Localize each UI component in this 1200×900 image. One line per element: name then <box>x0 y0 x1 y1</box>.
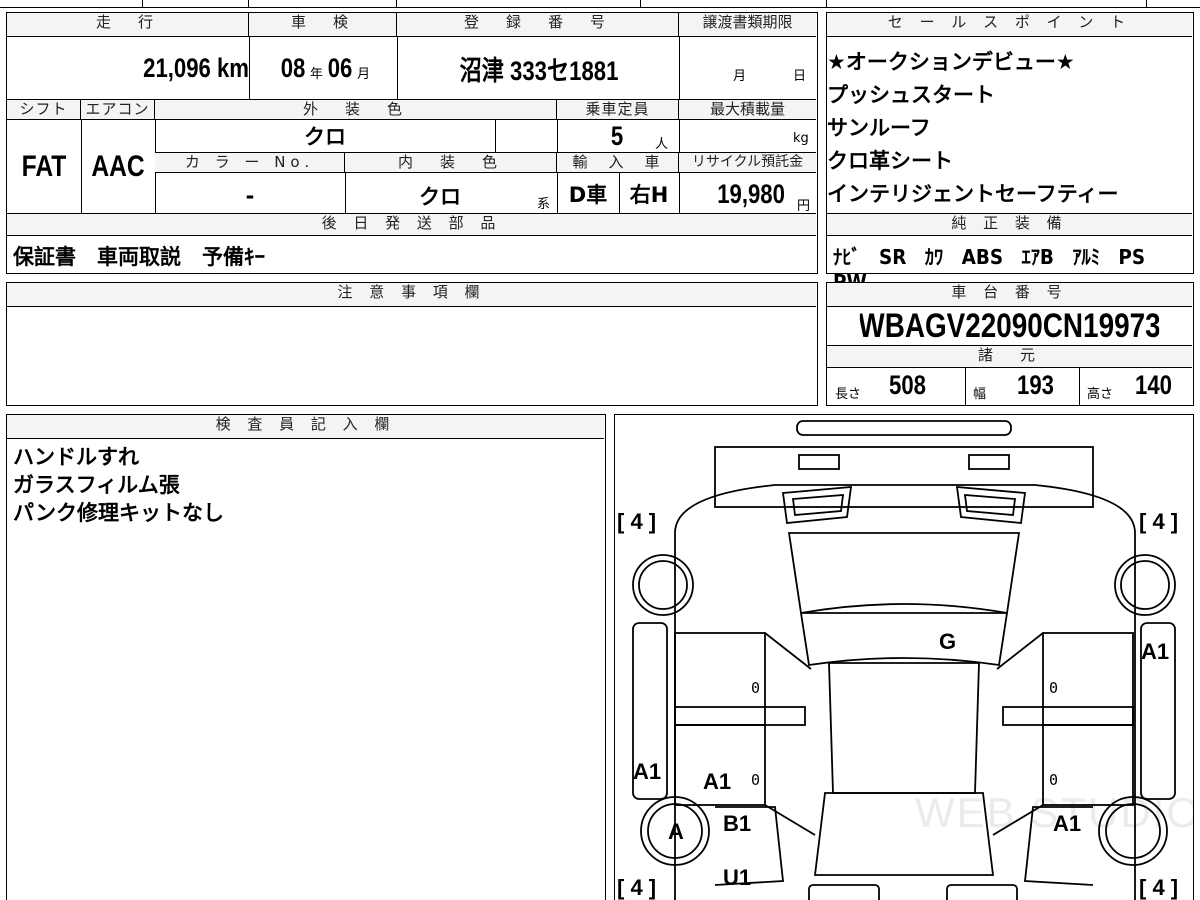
chassis-header: 車 台 番 号 <box>827 283 1192 307</box>
door-mark: 0 <box>1049 771 1059 789</box>
inspection-month: 06 <box>327 52 353 83</box>
recycle-header: リサイクル預託金 <box>679 153 816 173</box>
sales-point-item: ★オークションデビュー★ <box>827 50 1075 74</box>
inspection-year: 08 <box>280 52 306 83</box>
color-no-value: - <box>245 183 255 208</box>
shift-value: FAT <box>21 149 67 183</box>
height-value: 140 <box>1135 370 1173 400</box>
tire-front-left: [ 4 ] <box>617 509 657 534</box>
sales-points-list: ★オークションデビュー★ プッシュスタート サンルーフ クロ革シート インテリジ… <box>827 46 1118 211</box>
month-unit: 月 <box>357 66 371 82</box>
mileage-value: 21,096 km <box>143 52 249 83</box>
registration-header: 登 録 番 号 <box>397 13 679 37</box>
door-mark: 0 <box>751 679 761 697</box>
car-diagram-box: [ 4 ] [ 4 ] [ 4 ] [ 4 ] G A1 A1 A1 A B1 … <box>614 414 1194 900</box>
width-label: 幅 <box>973 387 987 402</box>
spec-table: 走 行 車 検 登 録 番 号 譲渡書類期限 21,096 km 08 年 06… <box>6 12 818 274</box>
capacity-header: 乗車定員 <box>557 100 679 120</box>
interior-color-value: クロ <box>419 184 461 209</box>
width-value: 193 <box>1017 370 1055 400</box>
max-load-header: 最大積載量 <box>679 100 816 120</box>
notes-header: 注 意 事 項 欄 <box>7 283 816 307</box>
inspection-header: 車 検 <box>249 13 397 37</box>
interior-color-suffix: 系 <box>537 197 551 212</box>
inspection-value: 08 年 06 月 <box>251 43 397 93</box>
later-shipping-header: 後 日 発 送 部 品 <box>7 214 816 236</box>
later-shipping-value: 保証書 車両取説 予備ｷｰ <box>13 245 265 269</box>
length-value: 508 <box>889 370 927 400</box>
deadline-month-unit: 月 <box>733 69 747 84</box>
handle-position: 右H <box>629 183 669 207</box>
front-bumper-top <box>796 420 1012 436</box>
sales-point-item: クロ革シート <box>827 149 953 173</box>
height-label: 高さ <box>1087 387 1114 402</box>
tire-front-right: [ 4 ] <box>1139 509 1179 534</box>
inspector-line: ハンドルすれ <box>13 445 139 469</box>
windshield-mark: G <box>939 629 957 654</box>
right-front-fender-mark: A1 <box>1141 639 1170 664</box>
import-type: D車 <box>568 183 608 207</box>
aircon-header: エアコン <box>81 100 155 120</box>
aircon-value: AAC <box>91 149 145 183</box>
left-rear-bumper-mark: U1 <box>723 865 752 890</box>
sales-points-header: セ ー ル ス ポ イ ン ト <box>827 13 1192 37</box>
chassis-box: 車 台 番 号 WBAGV22090CN19973 諸 元 長さ 508 幅 1… <box>826 282 1194 406</box>
sales-point-item: プッシュスタート <box>827 83 995 107</box>
transfer-deadline-header: 譲渡書類期限 <box>679 13 816 37</box>
sales-point-item: インテリジェントセーフティー <box>827 182 1119 206</box>
left-sill-mark: A1 <box>633 759 662 784</box>
dimensions-header: 諸 元 <box>827 346 1192 368</box>
left-rear-door-mark: A1 <box>703 769 732 794</box>
mileage-header: 走 行 <box>7 13 249 37</box>
watermark: WEB STUDIO <box>915 789 1194 836</box>
hood-panel <box>714 446 1094 508</box>
capacity-unit: 人 <box>655 137 669 152</box>
left-rear-quarter-mark: B1 <box>723 811 752 836</box>
recycle-unit: 円 <box>797 199 811 214</box>
interior-color-header: 内 装 色 <box>345 153 557 173</box>
front-left-wheel <box>632 554 694 616</box>
notes-box: 注 意 事 項 欄 <box>6 282 818 406</box>
max-load-unit: kg <box>793 131 809 146</box>
import-header: 輸 入 車 <box>557 153 679 173</box>
deadline-day-unit: 日 <box>793 69 807 84</box>
inspector-header: 検 査 員 記 入 欄 <box>7 415 604 439</box>
tire-rear-left: [ 4 ] <box>617 875 657 900</box>
sales-points-box: セ ー ル ス ポ イ ン ト ★オークションデビュー★ プッシュスタート サン… <box>826 12 1194 294</box>
inspector-line: ガラスフィルム張 <box>13 473 180 497</box>
length-label: 長さ <box>835 387 862 402</box>
inspector-lines: ハンドルすれ ガラスフィルム張 パンク修理キットなし <box>13 441 224 525</box>
registration-value: 沼津 333セ1881 <box>459 55 619 86</box>
equipment-header: 純 正 装 備 <box>827 214 1192 236</box>
year-unit: 年 <box>309 66 323 82</box>
exterior-color-header: 外 装 色 <box>155 100 557 120</box>
door-mark: 0 <box>751 771 761 789</box>
top-strip <box>0 0 1200 8</box>
left-rear-wheel-mark: A <box>668 819 684 844</box>
front-right-wheel <box>1114 554 1176 616</box>
door-mark: 0 <box>1049 679 1059 697</box>
capacity-value: 5 <box>610 120 624 151</box>
sales-point-item: サンルーフ <box>827 116 931 140</box>
shift-header: シフト <box>7 100 81 120</box>
exterior-color-value: クロ <box>304 125 346 149</box>
recycle-value: 19,980 <box>717 178 785 209</box>
inspector-box: 検 査 員 記 入 欄 ハンドルすれ ガラスフィルム張 パンク修理キットなし <box>6 414 606 900</box>
chassis-number: WBAGV22090CN19973 <box>859 307 1160 345</box>
inspector-line: パンク修理キットなし <box>13 501 225 525</box>
tire-rear-right: [ 4 ] <box>1139 875 1179 900</box>
color-no-header: カ ラ ー No. <box>155 153 345 173</box>
